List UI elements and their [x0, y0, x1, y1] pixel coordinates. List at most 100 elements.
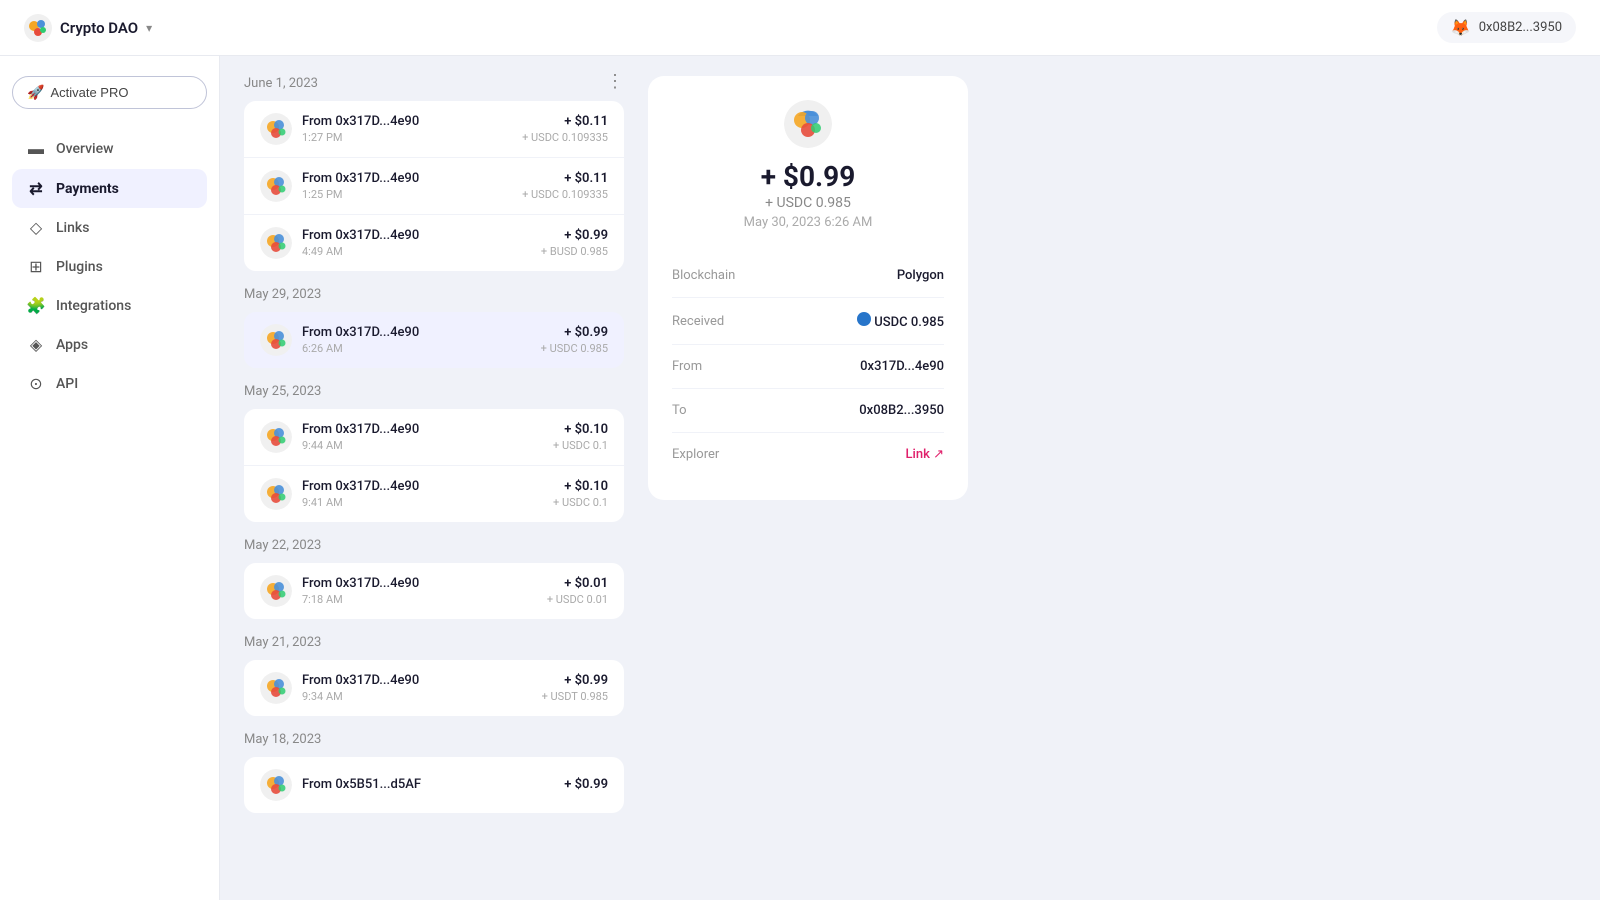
payment-from: From 0x317D...4e90: [302, 114, 522, 129]
payment-time: 7:18 AM: [302, 593, 547, 606]
payment-amount: + $0.10 + USDC 0.1: [553, 479, 608, 509]
payment-amount: + $0.01 + USDC 0.01: [547, 576, 608, 606]
payment-from: From 0x317D...4e90: [302, 673, 542, 688]
payment-usd: + $0.99: [564, 777, 608, 792]
integrations-nav-icon: 🧩: [26, 296, 46, 315]
payment-from: From 0x5B51...d5AF: [302, 777, 564, 792]
payment-amount: + $0.10+ USDC 0.1: [553, 422, 608, 452]
payment-avatar: [260, 672, 292, 704]
app-title-chevron[interactable]: ▾: [146, 21, 152, 35]
detail-row-key: Received: [672, 314, 724, 329]
usdc-icon: [857, 312, 871, 326]
detail-amount: + $0.99: [672, 160, 944, 193]
payment-token: + USDC 0.01: [547, 593, 608, 606]
plugins-nav-label: Plugins: [56, 259, 103, 275]
payment-token: + USDT 0.985: [542, 690, 608, 703]
payment-from: From 0x317D...4e90: [302, 325, 541, 340]
detail-row-key: Explorer: [672, 447, 719, 462]
payment-avatar: [260, 575, 292, 607]
payment-date-label: May 22, 2023: [244, 538, 624, 553]
activate-pro-button[interactable]: 🚀 Activate PRO: [12, 76, 207, 109]
detail-header: + $0.99 + USDC 0.985 May 30, 2023 6:26 A…: [672, 100, 944, 230]
payment-info: From 0x317D...4e901:25 PM: [302, 171, 522, 201]
sidebar-item-apps[interactable]: ◈ Apps: [12, 325, 207, 364]
payment-amount: + $0.99: [564, 777, 608, 794]
payment-from: From 0x317D...4e90: [302, 479, 553, 494]
payment-row[interactable]: From 0x317D...4e90 9:34 AM+ $0.99 + USDT 0…: [244, 660, 624, 716]
payment-amount: + $0.11+ USDC 0.109335: [522, 171, 608, 201]
detail-panel: + $0.99 + USDC 0.985 May 30, 2023 6:26 A…: [648, 76, 968, 500]
payment-group: From 0x317D...4e90 9:34 AM+ $0.99 + USDT 0…: [244, 660, 624, 716]
app-title[interactable]: Crypto DAO: [60, 19, 138, 37]
payment-amount: + $0.99+ BUSD 0.985: [541, 228, 608, 258]
overview-nav-icon: ▬: [26, 139, 46, 159]
payment-amount: + $0.11+ USDC 0.109335: [522, 114, 608, 144]
payment-info: From 0x317D...4e904:49 AM: [302, 228, 541, 258]
links-nav-label: Links: [56, 220, 89, 236]
detail-row-explorer[interactable]: Explorer Link ↗: [672, 433, 944, 476]
payment-date-label: June 1, 2023: [244, 76, 624, 91]
payment-row[interactable]: From 0x317D...4e901:25 PM+ $0.11+ USDC 0…: [244, 158, 624, 215]
payment-group: From 0x317D...4e901:27 PM+ $0.11+ USDC 0…: [244, 101, 624, 271]
sidebar-item-integrations[interactable]: 🧩Integrations: [12, 286, 207, 325]
payment-time: 9:44 AM: [302, 439, 553, 452]
payment-row[interactable]: From 0x317D...4e90 9:44 AM+ $0.10+ USDC 0…: [244, 409, 624, 466]
payment-avatar: [260, 421, 292, 453]
apps-nav-label: Apps: [56, 337, 88, 353]
sidebar-item-overview[interactable]: ▬Overview: [12, 129, 207, 169]
payment-time: 9:41 AM: [302, 496, 553, 509]
payment-row[interactable]: From 0x317D...4e90 9:41 AM+ $0.10 + USDC 0…: [244, 466, 624, 522]
payment-from: From 0x317D...4e90: [302, 228, 541, 243]
apps-nav-icon: ◈: [26, 335, 46, 354]
sidebar-item-links[interactable]: ◇Links: [12, 208, 207, 247]
more-options-button[interactable]: ⋮: [606, 72, 624, 90]
payment-info: From 0x317D...4e906:26 AM: [302, 325, 541, 355]
payment-token: + USDC 0.1: [553, 439, 608, 452]
detail-row-key: From: [672, 359, 702, 374]
payment-row[interactable]: From 0x317D...4e907:18 AM+ $0.01+ USDC 0…: [244, 563, 624, 619]
sidebar-item-plugins[interactable]: ⊞ Plugins: [12, 247, 207, 286]
sidebar-item-payments[interactable]: ⇄Payments: [12, 169, 207, 208]
sidebar-item-api[interactable]: ⊙API: [12, 364, 207, 403]
detail-row-value: Polygon: [897, 268, 944, 283]
detail-row-value: 0x317D...4e90: [860, 359, 944, 374]
payment-group: From 0x5B51...d5AF+ $0.99: [244, 757, 624, 813]
payment-token: + USDC 0.1: [553, 496, 608, 509]
detail-rows: BlockchainPolygonReceived USDC 0.985From…: [672, 254, 944, 476]
payment-row[interactable]: From 0x317D...4e90 1:27 PM+ $0.11+ USDC 0…: [244, 101, 624, 158]
payment-info: From 0x317D...4e90 9:34 AM: [302, 673, 542, 703]
payment-date-label: May 18, 2023: [244, 732, 624, 747]
payment-time: 1:27 PM: [302, 131, 522, 144]
detail-row-key: Blockchain: [672, 268, 735, 283]
payment-usd: + $0.10: [553, 479, 608, 494]
payments-nav-label: Payments: [56, 181, 119, 197]
detail-token: + USDC 0.985: [672, 195, 944, 211]
payment-amount: + $0.99+ USDC 0.985: [541, 325, 608, 355]
wallet-address: 0x08B2...3950: [1479, 20, 1562, 35]
payment-token: + USDC 0.109335: [522, 188, 608, 201]
payment-row[interactable]: From 0x317D...4e904:49 AM+ $0.99+ BUSD 0…: [244, 215, 624, 271]
payment-usd: + $0.01: [547, 576, 608, 591]
payment-from: From 0x317D...4e90: [302, 422, 553, 437]
payment-date-label: May 25, 2023: [244, 384, 624, 399]
content-area: ⋮ June 1, 2023From 0x317D...4e901:27 PM+…: [220, 56, 1600, 900]
payment-usd: + $0.99: [542, 673, 608, 688]
wallet-address-badge[interactable]: 🦊 0x08B2...3950: [1437, 12, 1576, 43]
payment-row[interactable]: From 0x5B51...d5AF+ $0.99: [244, 757, 624, 813]
payment-avatar: [260, 769, 292, 801]
payment-time: 1:25 PM: [302, 188, 522, 201]
payment-avatar: [260, 113, 292, 145]
detail-row-value[interactable]: Link ↗: [906, 447, 944, 462]
payment-amount: + $0.99 + USDT 0.985: [542, 673, 608, 703]
payment-info: From 0x317D...4e90 1:27 PM: [302, 114, 522, 144]
payment-usd: + $0.11: [522, 114, 608, 129]
payment-time: 9:34 AM: [302, 690, 542, 703]
payment-group: From 0x317D...4e90 9:44 AM + $0.10 + USDC 0…: [244, 409, 624, 522]
payment-date-label: May 21, 2023: [244, 635, 624, 650]
detail-row-to: To0x08B2...3950: [672, 389, 944, 433]
payment-date-label: May 29, 2023: [244, 287, 624, 302]
payment-group: From 0x317D...4e906:26 AM+ $0.99+ USDC 0…: [244, 312, 624, 368]
payment-token: + USDC 0.985: [541, 342, 608, 355]
payment-row[interactable]: From 0x317D...4e906:26 AM+ $0.99+ USDC 0…: [244, 312, 624, 368]
plugins-nav-icon: ⊞: [26, 257, 46, 276]
